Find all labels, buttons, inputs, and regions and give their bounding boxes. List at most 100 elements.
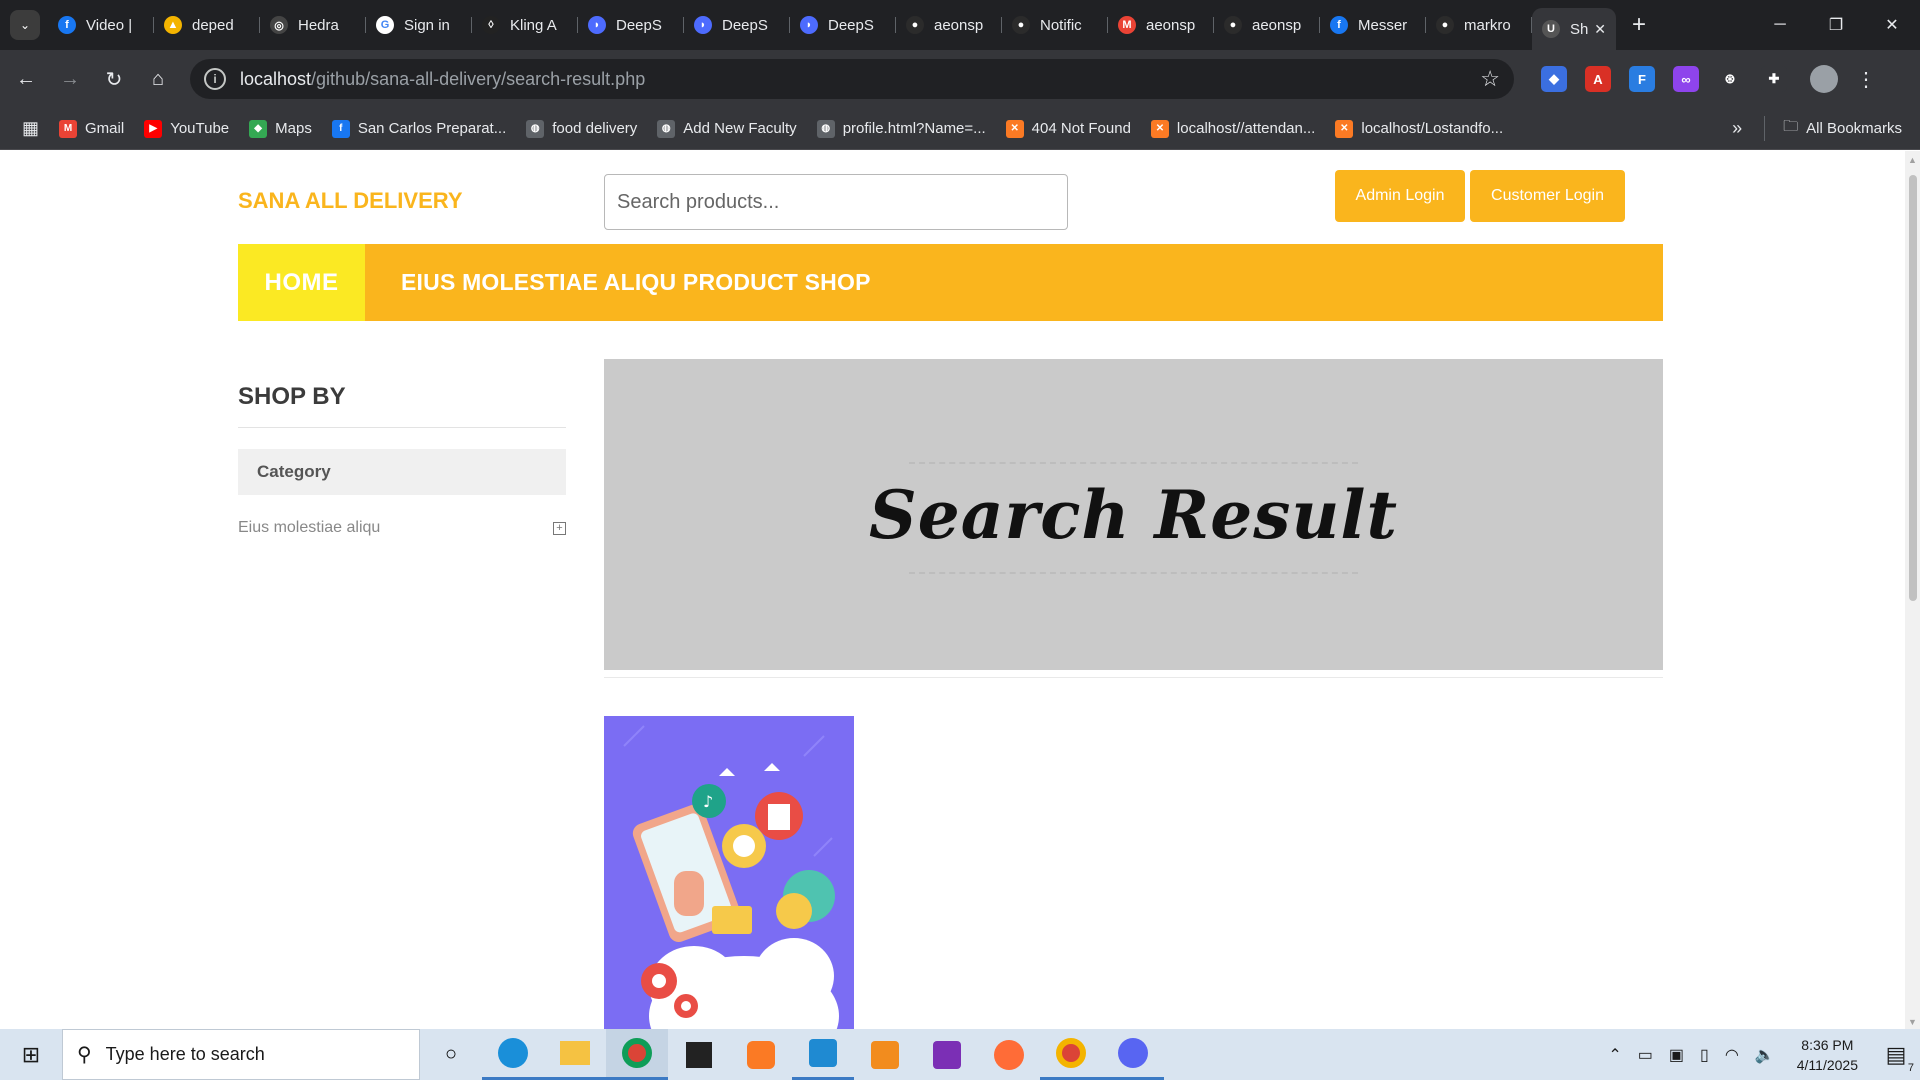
tab-title: aeonsp [1146, 16, 1196, 34]
browser-tab[interactable]: ▲ deped [154, 7, 260, 43]
bookmark-item[interactable]: ▶ YouTube [144, 119, 229, 138]
product-card-image[interactable]: ♪ [604, 716, 854, 1029]
more-bookmarks-icon[interactable]: » [1732, 118, 1742, 139]
battery-icon[interactable]: ▯ [1700, 1045, 1709, 1065]
nav-home-link[interactable]: HOME [238, 244, 365, 321]
browser-tab[interactable]: ◗ DeepS [790, 7, 896, 43]
browser-tab[interactable]: ◗ DeepS [578, 7, 684, 43]
scrollbar-thumb[interactable] [1909, 175, 1917, 601]
reload-icon[interactable]: ↻ [96, 61, 132, 97]
discord-icon[interactable] [1102, 1029, 1164, 1080]
openai-extension-icon[interactable]: ⊛ [1717, 66, 1743, 92]
extension-icon[interactable]: ∞ [1673, 66, 1699, 92]
product-search-input[interactable] [604, 174, 1068, 230]
bookmark-item[interactable]: ◍ food delivery [526, 119, 638, 138]
restore-icon[interactable]: ❐ [1808, 0, 1864, 50]
onenote-icon[interactable] [916, 1029, 978, 1080]
browser-tab[interactable]: f Messer [1320, 7, 1426, 43]
tab-search-button[interactable]: ⌄ [10, 10, 40, 40]
nav-shop-link[interactable]: EIUS MOLESTIAE ALIQU PRODUCT SHOP [365, 244, 871, 321]
bookmark-item[interactable]: ◆ Maps [249, 119, 312, 138]
browser-tab[interactable]: Maeonsp [1108, 7, 1214, 43]
bookmark-item[interactable]: ✕ localhost/Lostandfo... [1335, 119, 1503, 138]
gmail-icon: M [1118, 16, 1136, 34]
home-icon[interactable]: ⌂ [140, 61, 176, 97]
minimize-icon[interactable]: ─ [1752, 0, 1808, 50]
deepseek-icon: ◗ [694, 16, 712, 34]
deepseek-icon: ◗ [588, 16, 606, 34]
browser-tab[interactable]: ● Notific [1002, 7, 1108, 43]
windows-start-icon[interactable]: ⊞ [0, 1029, 62, 1080]
chrome-icon[interactable] [606, 1029, 668, 1080]
chrome-profile-icon[interactable] [1040, 1029, 1102, 1080]
profile-avatar[interactable] [1810, 65, 1838, 93]
extension-icon[interactable]: F [1629, 66, 1655, 92]
wifi-icon[interactable]: ◠ [1725, 1045, 1739, 1065]
clock[interactable]: 8:36 PM 4/11/2025 [1797, 1035, 1858, 1075]
globe-icon: ◍ [816, 119, 835, 138]
edge-icon[interactable] [482, 1029, 544, 1080]
google-drive-icon: ▲ [164, 16, 182, 34]
admin-login-button[interactable]: Admin Login [1335, 170, 1465, 222]
cortana-icon[interactable]: ○ [420, 1043, 482, 1066]
browser-tab[interactable]: ● aeonsp [896, 7, 1002, 43]
new-tab-button[interactable]: + [1632, 11, 1646, 39]
browser-tab[interactable]: ● markro [1426, 7, 1532, 43]
taskbar-search-placeholder: Type here to search [105, 1044, 265, 1064]
bookmark-item[interactable]: ◍ Add New Faculty [657, 119, 797, 138]
address-bar[interactable]: i localhost/github/sana-all-delivery/sea… [190, 59, 1514, 99]
puzzle-icon[interactable]: ✚ [1761, 66, 1787, 92]
active-tab[interactable]: U Sh ✕ [1532, 8, 1616, 50]
sublime-text-icon[interactable] [854, 1029, 916, 1080]
bookmark-label: San Carlos Preparat... [357, 120, 507, 137]
close-tab-icon[interactable]: ✕ [1594, 21, 1606, 38]
browser-tab[interactable]: ● aeonsp [1214, 7, 1320, 43]
bookmark-item[interactable]: ◍ profile.html?Name=... [816, 119, 986, 138]
xampp-icon[interactable] [730, 1029, 792, 1080]
notification-center-icon[interactable]: ▤ 7 [1872, 1042, 1920, 1074]
category-item[interactable]: Eius molestiae aliqu + [238, 519, 566, 537]
tab-title: DeepS [828, 16, 874, 34]
bookmark-label: localhost//attendan... [1176, 120, 1316, 137]
taskbar-search[interactable]: ⚲ Type here to search [62, 1029, 420, 1080]
site-logo[interactable]: SANA ALL DELIVERY [238, 188, 463, 214]
bookmark-label: food delivery [552, 120, 638, 137]
url-path: /github/sana-all-delivery/search-result.… [311, 68, 646, 89]
page-scrollbar[interactable]: ▲ ▼ [1905, 151, 1920, 1029]
scroll-up-arrow-icon[interactable]: ▲ [1908, 155, 1917, 165]
browser-tab[interactable]: ◎ Hedra [260, 7, 366, 43]
site-info-icon[interactable]: i [204, 68, 226, 90]
display-icon[interactable]: ▣ [1669, 1045, 1684, 1065]
bookmark-item[interactable]: ✕ localhost//attendan... [1150, 119, 1316, 138]
apps-grid-icon[interactable]: ▦ [22, 118, 39, 139]
extension-icon[interactable]: ◆ [1541, 66, 1567, 92]
volume-icon[interactable]: 🔈 [1755, 1045, 1775, 1065]
close-window-icon[interactable]: ✕ [1864, 0, 1920, 50]
browser-tab[interactable]: ◊ Kling A [472, 7, 578, 43]
bookmark-item[interactable]: f San Carlos Preparat... [331, 119, 507, 138]
browser-tab[interactable]: ◗ DeepS [684, 7, 790, 43]
forward-icon[interactable]: → [52, 61, 88, 97]
all-bookmarks-label: All Bookmarks [1806, 120, 1902, 137]
tray-chevron-icon[interactable]: ⌃ [1608, 1045, 1621, 1065]
menu-icon[interactable]: ⋮ [1856, 67, 1876, 92]
customer-login-button[interactable]: Customer Login [1470, 170, 1625, 222]
file-explorer-icon[interactable] [544, 1029, 606, 1080]
scroll-down-arrow-icon[interactable]: ▼ [1908, 1017, 1917, 1027]
bookmark-label: profile.html?Name=... [842, 120, 986, 137]
browser-tab[interactable]: G Sign in [366, 7, 472, 43]
bookmark-star-icon[interactable]: ☆ [1480, 66, 1500, 92]
expand-plus-icon[interactable]: + [553, 521, 566, 535]
github-icon: ● [1012, 16, 1030, 34]
all-bookmarks-button[interactable]: 🗀 All Bookmarks [1764, 116, 1902, 141]
bookmark-item[interactable]: M Gmail [59, 119, 124, 138]
meet-icon[interactable]: ▭ [1638, 1045, 1653, 1065]
pdf-extension-icon[interactable]: A [1585, 66, 1611, 92]
back-icon[interactable]: ← [8, 61, 44, 97]
bookmark-item[interactable]: ✕ 404 Not Found [1005, 119, 1131, 138]
sticky-notes-icon[interactable] [668, 1029, 730, 1080]
postman-icon[interactable] [978, 1029, 1040, 1080]
browser-tab[interactable]: f Video | [48, 7, 154, 43]
vscode-icon[interactable] [792, 1029, 854, 1080]
tab-title: Video | [86, 16, 133, 34]
